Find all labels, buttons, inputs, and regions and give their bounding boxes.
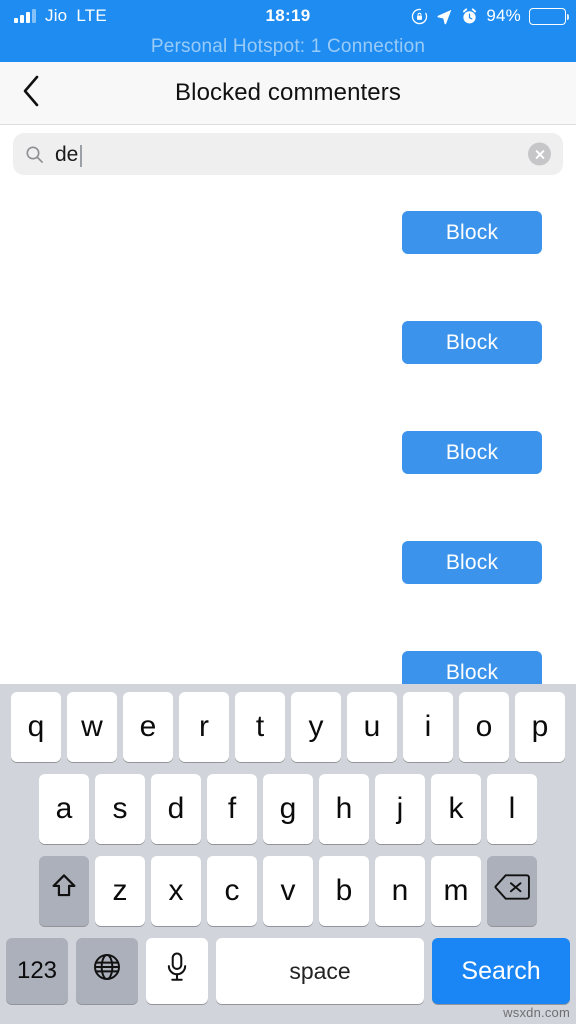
key-g[interactable]: g	[263, 774, 313, 844]
key-a[interactable]: a	[39, 774, 89, 844]
key-y[interactable]: y	[291, 692, 341, 762]
phone-screen: Jio LTE 18:19 94% Personal Hotspot: 1 Co…	[0, 0, 576, 1024]
search-bar-container: de	[0, 125, 576, 183]
avatar	[16, 204, 84, 272]
search-key[interactable]: Search	[432, 938, 570, 1004]
block-button[interactable]: Block	[402, 321, 542, 364]
globe-key[interactable]	[76, 938, 138, 1004]
key-z[interactable]: z	[95, 856, 145, 926]
status-bar-left: Jio LTE	[0, 6, 210, 26]
page-title: Blocked commenters	[175, 79, 401, 106]
on-screen-keyboard[interactable]: q w e r t y u i o p a s d f g h j k l z …	[0, 684, 576, 1024]
back-button[interactable]	[0, 62, 62, 125]
delete-key[interactable]	[487, 856, 537, 926]
status-bar: Jio LTE 18:19 94%	[0, 0, 576, 32]
watermark-label: wsxdn.com	[503, 1005, 570, 1020]
text-caret	[80, 145, 83, 167]
key-b[interactable]: b	[319, 856, 369, 926]
block-button[interactable]: Block	[402, 541, 542, 584]
space-key[interactable]: space	[216, 938, 424, 1004]
key-p[interactable]: p	[515, 692, 565, 762]
shift-key[interactable]	[39, 856, 89, 926]
clear-search-button[interactable]	[528, 142, 551, 166]
status-bar-clock: 18:19	[265, 6, 311, 25]
block-button[interactable]: Block	[402, 211, 542, 254]
signal-bars-icon	[14, 9, 36, 23]
globe-icon	[92, 952, 122, 990]
location-arrow-icon	[436, 8, 453, 25]
rotation-lock-icon	[411, 8, 428, 25]
list-item[interactable]: Block	[0, 403, 576, 513]
key-n[interactable]: n	[375, 856, 425, 926]
search-input[interactable]: de	[13, 133, 563, 175]
key-f[interactable]: f	[207, 774, 257, 844]
key-w[interactable]: w	[67, 692, 117, 762]
key-c[interactable]: c	[207, 856, 257, 926]
list-item[interactable]: Block	[0, 623, 576, 685]
key-t[interactable]: t	[235, 692, 285, 762]
list-item[interactable]: Block	[0, 513, 576, 623]
avatar	[16, 644, 84, 685]
blocked-commenters-list[interactable]: Block Block Block Block Block	[0, 183, 576, 685]
key-s[interactable]: s	[95, 774, 145, 844]
battery-icon	[529, 7, 569, 25]
avatar	[16, 534, 84, 602]
key-i[interactable]: i	[403, 692, 453, 762]
key-l[interactable]: l	[487, 774, 537, 844]
keyboard-row-2: a s d f g h j k l	[0, 774, 576, 844]
key-m[interactable]: m	[431, 856, 481, 926]
network-type: LTE	[76, 6, 107, 25]
avatar	[16, 424, 84, 492]
list-item[interactable]: Block	[0, 293, 576, 403]
status-bar-right: 94%	[366, 6, 576, 26]
search-input-value: de	[55, 142, 79, 166]
key-j[interactable]: j	[375, 774, 425, 844]
microphone-icon	[164, 952, 190, 990]
key-v[interactable]: v	[263, 856, 313, 926]
chevron-left-icon	[20, 74, 42, 113]
backspace-delete-icon	[494, 873, 530, 909]
alarm-clock-icon	[461, 7, 478, 25]
key-u[interactable]: u	[347, 692, 397, 762]
navigation-bar: Blocked commenters	[0, 62, 576, 125]
key-e[interactable]: e	[123, 692, 173, 762]
keyboard-row-4: 123 space Search	[0, 938, 576, 1004]
search-icon	[25, 145, 44, 164]
avatar	[16, 314, 84, 382]
personal-hotspot-banner[interactable]: Personal Hotspot: 1 Connection	[0, 32, 576, 62]
key-o[interactable]: o	[459, 692, 509, 762]
battery-percent-label: 94%	[486, 6, 521, 25]
list-item[interactable]: Block	[0, 183, 576, 293]
dictation-key[interactable]	[146, 938, 208, 1004]
key-r[interactable]: r	[179, 692, 229, 762]
key-k[interactable]: k	[431, 774, 481, 844]
key-x[interactable]: x	[151, 856, 201, 926]
keyboard-row-1: q w e r t y u i o p	[0, 692, 576, 762]
numbers-key[interactable]: 123	[6, 938, 68, 1004]
key-q[interactable]: q	[11, 692, 61, 762]
carrier-name: Jio	[45, 6, 68, 25]
block-button[interactable]: Block	[402, 651, 542, 685]
keyboard-row-3: z x c v b n m	[0, 856, 576, 926]
key-h[interactable]: h	[319, 774, 369, 844]
block-button[interactable]: Block	[402, 431, 542, 474]
shift-arrow-icon	[49, 872, 79, 910]
key-d[interactable]: d	[151, 774, 201, 844]
